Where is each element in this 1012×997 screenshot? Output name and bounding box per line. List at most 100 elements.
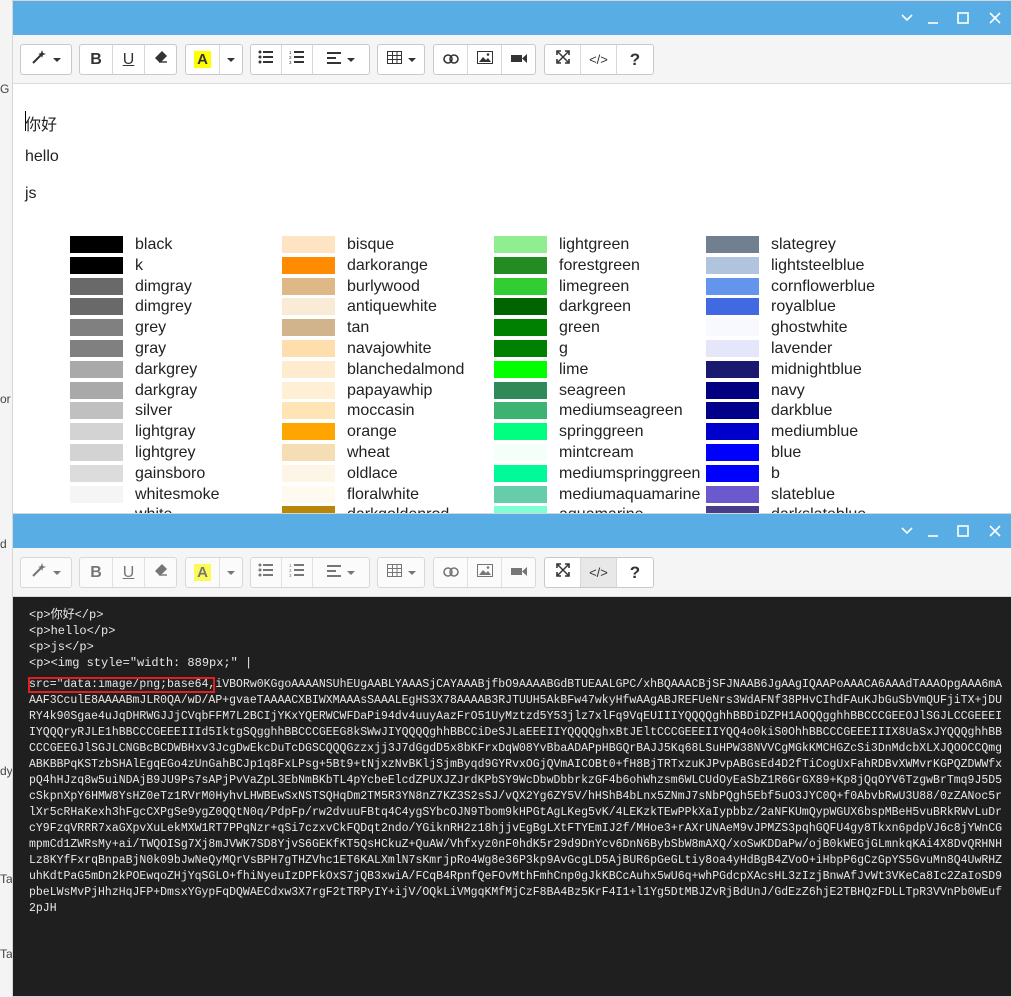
minimize-icon[interactable] <box>925 10 941 26</box>
insert-group <box>433 557 536 588</box>
window-titlebar[interactable] <box>13 514 1011 548</box>
table-group <box>377 44 425 75</box>
highlight-color-dropdown[interactable] <box>220 558 242 587</box>
eraser-icon <box>154 50 168 69</box>
chevron-down-icon <box>53 57 61 62</box>
color-name: mediumblue <box>771 423 859 441</box>
close-icon[interactable] <box>987 10 1003 26</box>
align-dropdown[interactable] <box>313 45 369 74</box>
link-button[interactable] <box>434 558 468 587</box>
color-name: mediumaquamarine <box>559 485 701 503</box>
magic-wand-dropdown[interactable] <box>21 45 71 74</box>
html-source-editor[interactable]: <p>你好</p> <p>hello</p> <p>js</p> <p><img… <box>13 597 1011 996</box>
highlight-box <box>28 677 215 693</box>
color-name: limegreen <box>559 277 630 295</box>
color-swatch <box>494 444 547 461</box>
collapse-icon[interactable] <box>899 523 915 539</box>
unordered-list-button[interactable] <box>251 45 282 74</box>
color-name: springgreen <box>559 423 644 441</box>
color-swatch <box>706 485 759 503</box>
style-group <box>20 557 72 588</box>
video-button[interactable] <box>502 558 535 587</box>
clear-format-button[interactable] <box>145 45 176 74</box>
maximize-icon[interactable] <box>955 523 971 539</box>
color-name: bisque <box>347 236 395 253</box>
bold-button[interactable]: B <box>80 45 113 74</box>
color-name: ghostwhite <box>771 319 848 337</box>
bold-button[interactable]: B <box>80 558 113 587</box>
image-button[interactable] <box>468 45 502 74</box>
paragraph[interactable]: hello <box>25 148 59 166</box>
link-button[interactable] <box>434 45 468 74</box>
ordered-list-button[interactable]: 123 <box>282 45 313 74</box>
chevron-down-icon <box>347 57 355 62</box>
color-swatch <box>70 423 123 441</box>
color-name: antiquewhite <box>347 298 437 316</box>
color-name: darkgreen <box>559 298 632 316</box>
paragraph[interactable]: js <box>25 185 37 203</box>
color-swatch <box>494 381 547 399</box>
fullscreen-button[interactable] <box>545 45 581 74</box>
color-swatch <box>282 256 335 274</box>
image-button[interactable] <box>468 558 502 587</box>
chevron-down-icon <box>53 570 61 575</box>
color-name: b <box>771 464 780 482</box>
color-name: green <box>559 319 600 337</box>
editor-content-area[interactable]: 你好 hello js black k dimgray dimgrey grey gray… <box>13 84 1011 514</box>
color-swatch <box>706 256 759 274</box>
color-name: g <box>559 340 568 357</box>
ordered-list-icon: 123 <box>289 50 305 69</box>
window-titlebar[interactable] <box>13 1 1011 35</box>
color-name: burlywood <box>347 277 420 295</box>
chevron-down-icon <box>407 57 416 62</box>
video-button[interactable] <box>502 45 535 74</box>
help-button[interactable]: ? <box>617 558 653 587</box>
code-line: <p>js</p> <box>29 640 94 654</box>
color-swatch <box>70 340 123 357</box>
align-dropdown[interactable] <box>313 558 369 587</box>
paragraph[interactable]: 你好 <box>25 111 57 135</box>
close-icon[interactable] <box>987 523 1003 539</box>
unordered-list-button[interactable] <box>251 558 282 587</box>
color-swatch <box>282 298 335 316</box>
background-text-fragment: G <box>0 82 10 96</box>
underline-button[interactable]: U <box>113 558 145 587</box>
color-name: darkorange <box>347 256 428 274</box>
color-name: seagreen <box>559 381 626 399</box>
clear-format-button[interactable] <box>145 558 176 587</box>
expand-icon <box>555 563 570 582</box>
collapse-icon[interactable] <box>899 10 915 26</box>
underline-button[interactable]: U <box>113 45 145 74</box>
fullscreen-button[interactable] <box>545 558 581 587</box>
background-text-fragment: d <box>0 537 7 551</box>
svg-text:3: 3 <box>289 573 292 577</box>
editor-toolbar: B U A 123 </> ? <box>13 548 1011 597</box>
ordered-list-button[interactable]: 123 <box>282 558 313 587</box>
color-swatch <box>706 236 759 253</box>
highlight-color-dropdown[interactable] <box>220 45 242 74</box>
color-swatch <box>70 485 123 503</box>
color-swatch <box>494 402 547 420</box>
unordered-list-icon <box>258 563 274 582</box>
color-name: lime <box>559 360 589 378</box>
color-swatch <box>70 360 123 378</box>
color-name: cornflowerblue <box>771 277 876 295</box>
table-icon <box>386 563 402 582</box>
code-view-button[interactable]: </> <box>581 558 617 587</box>
color-swatch <box>494 319 547 337</box>
color-swatch <box>282 340 335 357</box>
highlight-button[interactable]: A <box>186 558 220 587</box>
color-swatch <box>706 298 759 316</box>
table-dropdown[interactable] <box>378 45 424 74</box>
background-text-fragment: Ta <box>0 872 13 886</box>
help-button[interactable]: ? <box>617 45 653 74</box>
minimize-icon[interactable] <box>925 523 941 539</box>
color-swatch <box>494 277 547 295</box>
highlight-button[interactable]: A <box>186 45 220 74</box>
table-dropdown[interactable] <box>378 558 424 587</box>
code-view-button[interactable]: </> <box>581 45 617 74</box>
color-name: gray <box>135 340 167 357</box>
maximize-icon[interactable] <box>955 10 971 26</box>
magic-wand-dropdown[interactable] <box>21 558 71 587</box>
align-left-icon <box>327 564 341 582</box>
